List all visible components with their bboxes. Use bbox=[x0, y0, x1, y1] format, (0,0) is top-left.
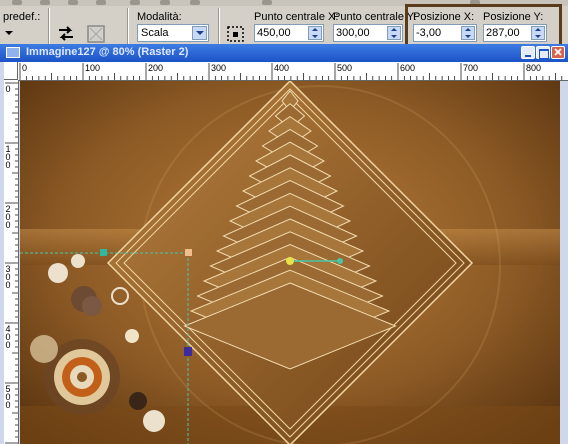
horizontal-ruler[interactable]: 0 100 200 300 400 500 600 700 800 bbox=[18, 62, 568, 81]
toolbar-icon[interactable] bbox=[12, 0, 22, 5]
center-point-icon[interactable] bbox=[224, 22, 248, 46]
ruler-label: 300 bbox=[5, 264, 11, 290]
rotation-handle[interactable] bbox=[337, 258, 343, 264]
ruler-label: 500 bbox=[5, 384, 11, 410]
spinner-icon[interactable] bbox=[387, 26, 401, 40]
ruler-label: 200 bbox=[148, 63, 164, 73]
toolbar-icon[interactable] bbox=[262, 0, 272, 5]
close-button[interactable] bbox=[551, 46, 565, 59]
mode-value: Scala bbox=[141, 27, 169, 39]
ruler-label: 800 bbox=[526, 63, 542, 73]
spinner-icon[interactable] bbox=[531, 26, 545, 40]
center-point-handle[interactable] bbox=[286, 257, 294, 265]
window-icon bbox=[6, 47, 20, 58]
ruler-label: 0 bbox=[22, 63, 28, 73]
toolbar-icon[interactable] bbox=[40, 0, 50, 5]
pos-x-label: Posizione X: bbox=[413, 11, 475, 23]
ruler-label: 100 bbox=[85, 63, 101, 73]
flip-rotate-icon[interactable] bbox=[54, 22, 78, 46]
deform-handle[interactable] bbox=[185, 249, 192, 256]
ruler-label: 300 bbox=[211, 63, 227, 73]
center-x-field[interactable] bbox=[254, 24, 324, 42]
ruler-label: 0 bbox=[5, 84, 11, 94]
spinner-icon[interactable] bbox=[461, 26, 475, 40]
preset-label: predef.: bbox=[3, 11, 41, 23]
reset-deform-icon[interactable] bbox=[84, 22, 108, 46]
close-icon bbox=[554, 48, 562, 56]
preset-dropdown-arrow-icon[interactable] bbox=[5, 31, 13, 39]
toolbar-icon[interactable] bbox=[96, 0, 106, 5]
pos-x-input[interactable] bbox=[416, 26, 456, 40]
spinner-icon[interactable] bbox=[308, 26, 322, 40]
chevron-down-icon[interactable] bbox=[192, 26, 207, 40]
ruler-label: 500 bbox=[337, 63, 353, 73]
image-window-titlebar[interactable]: Immagine127 @ 80% (Raster 2) bbox=[0, 44, 568, 62]
toolbar-icon[interactable] bbox=[68, 0, 78, 5]
mode-label: Modalità: bbox=[137, 11, 182, 23]
deform-handle[interactable] bbox=[184, 347, 192, 356]
minimize-button[interactable] bbox=[521, 46, 535, 59]
ruler-label: 200 bbox=[5, 204, 11, 230]
center-y-input[interactable] bbox=[336, 26, 382, 40]
pos-y-field[interactable] bbox=[483, 24, 547, 42]
ruler-label: 700 bbox=[463, 63, 479, 73]
center-x-input[interactable] bbox=[257, 26, 303, 40]
window-title: Immagine127 @ 80% (Raster 2) bbox=[26, 46, 189, 58]
ruler-label: 400 bbox=[274, 63, 290, 73]
ruler-label: 400 bbox=[5, 324, 11, 350]
toolbar-icon[interactable] bbox=[130, 0, 140, 5]
image-canvas[interactable] bbox=[20, 81, 560, 444]
center-x-label: Punto centrale X: bbox=[254, 11, 339, 23]
deform-handle[interactable] bbox=[100, 249, 107, 256]
maximize-button[interactable] bbox=[536, 46, 550, 59]
toolbar-icon[interactable] bbox=[190, 0, 200, 5]
pos-x-field[interactable] bbox=[413, 24, 477, 42]
mode-select[interactable]: Scala bbox=[137, 24, 209, 42]
ruler-label: 600 bbox=[400, 63, 416, 73]
ruler-corner bbox=[4, 62, 18, 80]
pos-y-input[interactable] bbox=[486, 26, 526, 40]
ruler-label: 100 bbox=[5, 144, 11, 170]
pos-y-label: Posizione Y: bbox=[483, 11, 544, 23]
center-y-field[interactable] bbox=[333, 24, 403, 42]
toolbar-icon[interactable] bbox=[160, 0, 170, 5]
vertical-ruler[interactable]: 0 100 200 300 400 500 bbox=[4, 80, 19, 444]
ruler-ticks bbox=[19, 63, 563, 80]
